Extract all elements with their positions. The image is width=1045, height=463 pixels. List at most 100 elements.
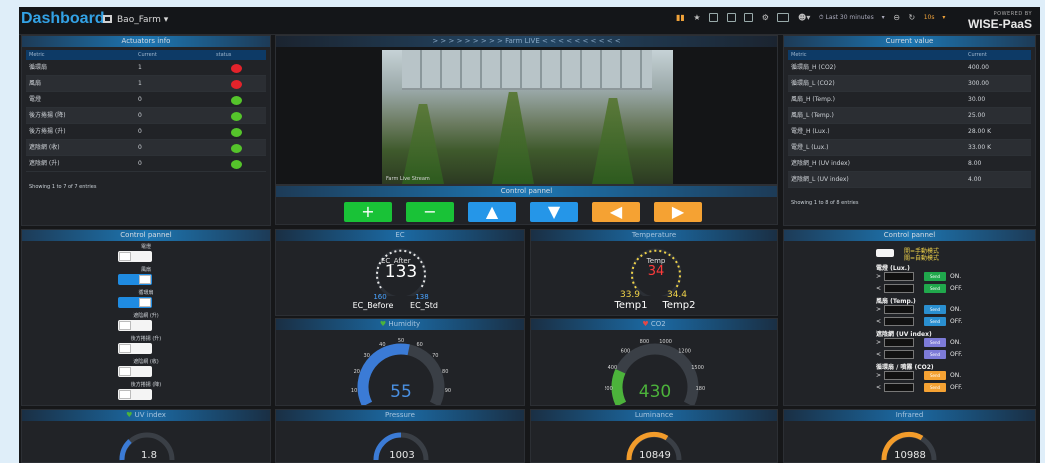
uv-value: 1.8	[141, 450, 157, 461]
gauge-tick-label: 20	[354, 369, 360, 375]
plant-bed	[592, 98, 634, 184]
toggle-switch[interactable]	[118, 274, 152, 285]
co2-high-input[interactable]	[884, 371, 914, 380]
toggle-switch[interactable]	[118, 297, 152, 308]
uv-off-send-button[interactable]: Send	[924, 350, 946, 359]
co2-low-input[interactable]	[884, 383, 914, 392]
status-dot	[231, 144, 242, 153]
gauge-tick-label: 40	[379, 342, 385, 348]
col-current[interactable]: Current	[968, 50, 987, 60]
settings-icon[interactable]: ⚙	[762, 13, 769, 22]
star-icon[interactable]: ★	[693, 13, 700, 22]
toggle-switch[interactable]	[118, 366, 152, 377]
table-row: 循環扇_H (CO2) 400.00	[788, 60, 1031, 76]
toggle-switch[interactable]	[118, 389, 152, 400]
status-dot	[231, 160, 242, 169]
actuator-rows: 循環扇 1 風扇 1 電燈 0 後方捲揚 (降) 0 後方捲揚 (升) 0 遮陰網 (收) 0 遮陰網 …	[26, 60, 266, 172]
temp-low-input[interactable]	[884, 317, 914, 326]
bar-chart-icon[interactable]: ▮▮	[676, 13, 685, 22]
refresh-icon[interactable]: ↻	[908, 13, 915, 22]
operator-symbol: >	[876, 306, 882, 313]
toggle-switch[interactable]	[118, 320, 152, 331]
mode-toggle[interactable]	[876, 249, 894, 257]
dashboard-picker[interactable]: Bao_Farm ▾	[103, 15, 168, 25]
metric-cell: 遮陰網 (收)	[29, 144, 60, 151]
col-metric[interactable]: Metric	[29, 50, 45, 60]
folder-icon[interactable]	[744, 13, 754, 22]
table-row: 後方捲揚 (降) 0	[26, 108, 266, 124]
temp-on-send-button[interactable]: Send	[924, 305, 946, 314]
zoom-out-icon[interactable]: ⊖	[893, 13, 900, 22]
co2-title: ♥ CO2	[531, 319, 777, 330]
gauge-tick-label: 70	[432, 353, 438, 359]
col-current[interactable]: Current	[138, 50, 157, 60]
left-button[interactable]: ◀	[592, 202, 640, 222]
up-button[interactable]: ▲	[468, 202, 516, 222]
send-label: Send	[929, 286, 941, 291]
threshold-control-title: Control pannel	[784, 230, 1035, 241]
toggle-control-title: Control pannel	[22, 230, 270, 241]
col-metric[interactable]: Metric	[791, 50, 807, 60]
control-title: Control pannel	[276, 186, 777, 197]
plus-button[interactable]: +	[344, 202, 392, 222]
uv-panel: ♥ UV index 1.8	[21, 409, 271, 463]
co2-off-send-button[interactable]: Send	[924, 383, 946, 392]
table-row: 遮陰網 (升) 0	[26, 156, 266, 172]
current-cell: 25.00	[968, 112, 986, 119]
pressure-value: 1003	[389, 450, 415, 461]
current-cell: 0	[138, 112, 142, 119]
lux-off-send-button[interactable]: Send	[924, 284, 946, 293]
right-button[interactable]: ▶	[654, 202, 702, 222]
uv-low-input[interactable]	[884, 350, 914, 359]
down-button[interactable]: ▼	[530, 202, 578, 222]
lux-low-input[interactable]	[884, 284, 914, 293]
toolbar: ▮▮ ★ ⚙ ☻▾ ⏱ Last 30 minutes ▾ ⊖ ↻ 10s ▾	[676, 13, 951, 29]
minus-button[interactable]: −	[406, 202, 454, 222]
lux-high-input[interactable]	[884, 272, 914, 281]
metric-cell: 循環扇	[29, 64, 48, 71]
heart-icon: ♥	[642, 320, 651, 328]
save-icon[interactable]	[726, 13, 736, 22]
current-cell: 1	[138, 64, 142, 71]
plant-bed	[492, 92, 534, 184]
temp-off-send-button[interactable]: Send	[924, 317, 946, 326]
time-range-label: Last 30 minutes	[825, 13, 874, 21]
user-icon[interactable]: ☻▾	[798, 13, 810, 22]
lux-on-send-button[interactable]: Send	[924, 272, 946, 281]
share-icon[interactable]	[709, 13, 719, 22]
co2-value: 430	[638, 382, 672, 402]
time-range-picker[interactable]: ⏱ Last 30 minutes ▾	[819, 14, 885, 22]
operator-symbol: <	[876, 318, 882, 325]
uv-high-input[interactable]	[884, 338, 914, 347]
gauge-tick-label: 1000	[659, 339, 672, 345]
table-row: 風扇_H (Temp.) 30.00	[788, 92, 1031, 108]
toggle-switch[interactable]	[118, 251, 152, 262]
col-status[interactable]: status	[216, 50, 231, 60]
ec-before-value: 160	[373, 293, 387, 301]
humidity-panel: ♥ Humidity 0102030405060708090100 55	[275, 318, 525, 406]
gauge-tick-label: 80	[442, 369, 448, 375]
toggle-switch[interactable]	[118, 343, 152, 354]
send-label: Send	[929, 307, 941, 312]
gauge-tick-label: 90	[445, 388, 451, 394]
off-label: OFF.	[950, 318, 963, 325]
table-header: Metric Current status	[26, 50, 266, 60]
toggle-knob	[119, 390, 131, 399]
send-label: Send	[929, 274, 941, 279]
temp-high-input[interactable]	[884, 305, 914, 314]
ec-title: EC	[276, 230, 524, 241]
metric-cell: 循環扇_H (CO2)	[791, 64, 836, 71]
dashboard-logo[interactable]: Dashboard	[21, 10, 105, 28]
uv-on-send-button[interactable]: Send	[924, 338, 946, 347]
refresh-rate[interactable]: 10s ▾	[924, 14, 946, 21]
farm-live-video[interactable]: Farm Live Stream	[382, 50, 673, 184]
co2-panel: ♥ CO2 020040060080010001200150018002000 …	[530, 318, 778, 406]
toggle-knob	[139, 298, 151, 307]
monitor-icon[interactable]	[777, 13, 790, 22]
lux-group-label: 電燈 (Lux.)	[876, 265, 910, 272]
actuators-table: Metric Current status 循環扇 1 風扇 1 電燈 0 後方捲揚 (降) 0 後…	[26, 50, 266, 190]
right-icon: ▶	[671, 202, 685, 221]
co2-on-send-button[interactable]: Send	[924, 371, 946, 380]
current-value-table: Metric Current 循環扇_H (CO2) 400.00 循環扇_L (CO…	[788, 50, 1031, 206]
luminance-panel: Luminance 10849	[530, 409, 778, 463]
